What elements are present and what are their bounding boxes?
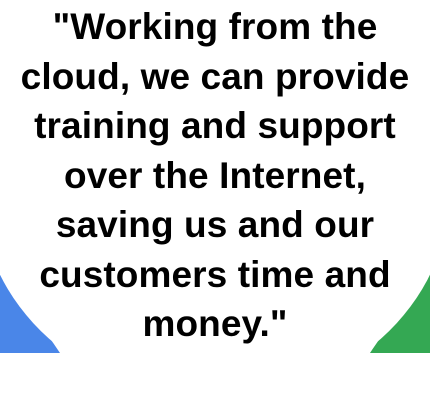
quote-line-4: over the Internet,	[64, 154, 366, 196]
quote-line-6: customers time and	[39, 253, 391, 295]
quote-line-2: cloud, we can provide	[20, 55, 410, 97]
quote-line-1: "Working from the	[52, 6, 378, 47]
testimonial-quote: "Working from the cloud, we can provide …	[0, 0, 430, 349]
quote-line-3: training and support	[34, 105, 396, 146]
quote-line-7: money."	[142, 303, 288, 344]
quote-line-5: saving us and our	[55, 204, 375, 245]
